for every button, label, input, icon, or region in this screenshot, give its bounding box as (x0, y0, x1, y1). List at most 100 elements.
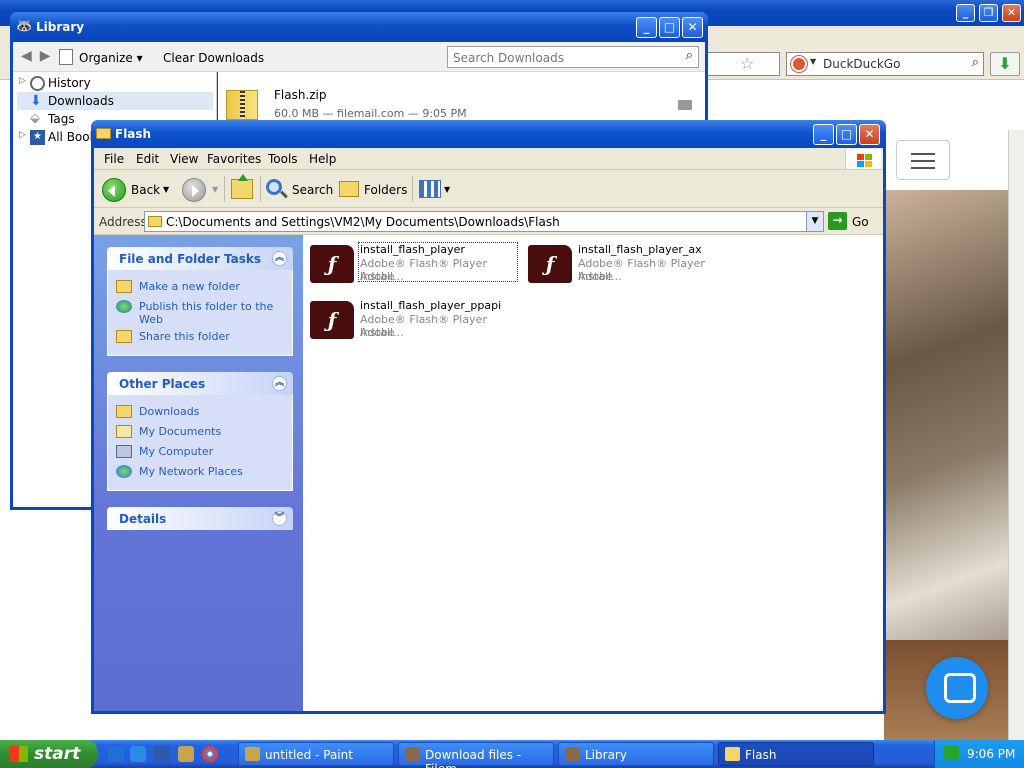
duckduckgo-icon (791, 56, 807, 72)
go-arrow-icon[interactable]: → (828, 212, 847, 230)
file-company: Adobe (360, 270, 395, 283)
open-folder-icon[interactable] (678, 100, 692, 110)
library-title-bar[interactable]: 🦝 Library _ □ ✕ (10, 12, 708, 42)
folder-icon (96, 128, 111, 139)
library-minimize-button[interactable]: _ (636, 17, 657, 38)
paint-quicklaunch-icon[interactable] (178, 746, 194, 762)
address-dropdown-icon[interactable]: ▼ (806, 212, 823, 231)
file-company: Adobe (360, 326, 395, 339)
back-dropdown-icon[interactable]: ▼ (163, 185, 169, 194)
details-title: Details (119, 512, 167, 526)
library-back-forward-icons[interactable]: ◀▶ (21, 48, 59, 64)
file-folder-tasks-header[interactable]: File and Folder Tasks ︽ (107, 247, 293, 270)
download-file-info: 60.0 MB — filemail.com — 9:05 PM (274, 107, 467, 120)
library-maximize-button[interactable]: □ (659, 17, 680, 38)
file-item[interactable]: ƒ install_flash_player Adobe® Flash® Pla… (310, 242, 520, 286)
place-my-computer-link[interactable]: My Computer (116, 445, 286, 458)
place-label: My Computer (139, 445, 214, 458)
chrome-icon[interactable] (202, 746, 218, 762)
file-company: Adobe (578, 270, 613, 283)
taskbar-item-library[interactable]: Library (558, 742, 714, 766)
place-downloads-link[interactable]: Downloads (116, 405, 286, 418)
explorer-title: Flash (115, 127, 152, 141)
browser-icon (405, 747, 420, 761)
network-tray-icon[interactable] (943, 746, 959, 760)
sidebar-item-history[interactable]: ▷ History (17, 74, 213, 92)
menu-tools[interactable]: Tools (268, 152, 298, 166)
expand-arrow-icon[interactable]: ▷ (19, 76, 26, 86)
sidebar-item-downloads[interactable]: ⬇ Downloads (17, 92, 213, 110)
page-scrollbar[interactable] (1008, 130, 1024, 740)
hamburger-menu-icon[interactable] (896, 140, 950, 180)
menu-edit[interactable]: Edit (136, 152, 159, 166)
media-player-icon[interactable] (154, 746, 170, 762)
forward-dropdown-icon[interactable]: ▼ (212, 185, 218, 194)
file-name: install_flash_player (360, 243, 465, 256)
file-item[interactable]: ƒ install_flash_player_ppapi Adobe® Flas… (310, 298, 520, 342)
go-button[interactable]: Go (852, 215, 869, 229)
back-button[interactable]: Back (131, 183, 160, 197)
collapse-chevron-icon[interactable]: ︽ (272, 376, 287, 391)
browser-icon (565, 747, 580, 761)
search-icon[interactable]: ⌕ (972, 55, 979, 70)
explorer-minimize-button[interactable]: _ (813, 124, 834, 145)
folders-icon[interactable] (339, 181, 359, 197)
explorer-toolbar: Back ▼ ▼ Search Folders ▼ (94, 170, 883, 208)
browser-minimize-button[interactable]: _ (956, 4, 975, 22)
publish-folder-web-link[interactable]: Publish this folder to the Web (116, 300, 286, 326)
other-places-title: Other Places (119, 377, 206, 391)
explorer-title-bar[interactable]: Flash _ □ ✕ (91, 120, 886, 148)
search-engine-dropdown-icon[interactable]: ▼ (810, 57, 816, 66)
up-folder-icon[interactable] (231, 174, 253, 199)
file-item[interactable]: ƒ install_flash_player_ax Adobe® Flash® … (528, 242, 738, 286)
taskbar-item-flash[interactable]: Flash (718, 742, 874, 766)
back-arrow-icon[interactable] (102, 178, 126, 202)
share-folder-link[interactable]: Share this folder (116, 330, 286, 343)
browser-restore-button[interactable]: ❐ (979, 4, 998, 22)
bookmark-star-icon[interactable]: ☆ (740, 54, 754, 73)
menu-file[interactable]: File (104, 152, 124, 166)
views-dropdown-icon[interactable]: ▼ (444, 185, 450, 194)
explorer-close-button[interactable]: ✕ (859, 124, 880, 145)
menu-view[interactable]: View (170, 152, 198, 166)
forward-arrow-icon[interactable] (182, 178, 206, 202)
views-icon[interactable] (419, 180, 441, 198)
chat-bubble-icon[interactable] (926, 657, 988, 719)
menu-favorites[interactable]: Favorites (207, 152, 261, 166)
clock[interactable]: 9:06 PM (967, 747, 1015, 761)
other-places-header[interactable]: Other Places ︽ (107, 372, 293, 395)
start-button[interactable]: start (0, 740, 98, 768)
menu-help[interactable]: Help (309, 152, 336, 166)
clear-downloads-button[interactable]: Clear Downloads (163, 51, 264, 65)
library-close-button[interactable]: ✕ (682, 17, 703, 38)
toolbar-separator (260, 176, 261, 202)
browser-search-box[interactable]: ▼ DuckDuckGo ⌕ (786, 52, 984, 76)
place-my-network-link[interactable]: My Network Places (116, 465, 286, 478)
address-input[interactable]: C:\Documents and Settings\VM2\My Documen… (144, 211, 824, 232)
library-search-input[interactable]: Search Downloads ⌕ (447, 46, 699, 68)
expand-chevron-icon[interactable]: ︾ (272, 511, 287, 526)
flash-file-icon: ƒ (310, 301, 354, 339)
download-file-name[interactable]: Flash.zip (274, 88, 327, 102)
taskbar-item-paint[interactable]: untitled - Paint (238, 742, 394, 766)
expand-arrow-icon[interactable]: ▷ (19, 130, 26, 140)
search-button[interactable]: Search (292, 183, 333, 197)
quicklaunch-app-icon[interactable] (130, 746, 146, 762)
browser-close-button[interactable]: ✕ (1002, 4, 1021, 22)
organize-button[interactable]: Organize ▾ (59, 49, 143, 65)
my-documents-icon (116, 425, 132, 438)
explorer-maximize-button[interactable]: □ (836, 124, 857, 145)
downloads-arrow-icon[interactable]: ⬇ (990, 52, 1020, 76)
details-header[interactable]: Details ︾ (107, 507, 293, 530)
task-label: Share this folder (139, 330, 230, 343)
search-magnifier-icon[interactable] (266, 179, 282, 195)
taskbar-item-download-files[interactable]: Download files - Filem... (398, 742, 554, 768)
zip-file-icon (226, 90, 258, 120)
sidebar-item-label: Tags (48, 112, 75, 126)
folders-button[interactable]: Folders (364, 183, 407, 197)
flash-file-icon: ƒ (310, 245, 354, 283)
internet-explorer-icon[interactable] (108, 746, 124, 762)
collapse-chevron-icon[interactable]: ︽ (272, 251, 287, 266)
place-my-documents-link[interactable]: My Documents (116, 425, 286, 438)
make-new-folder-link[interactable]: Make a new folder (116, 280, 286, 293)
